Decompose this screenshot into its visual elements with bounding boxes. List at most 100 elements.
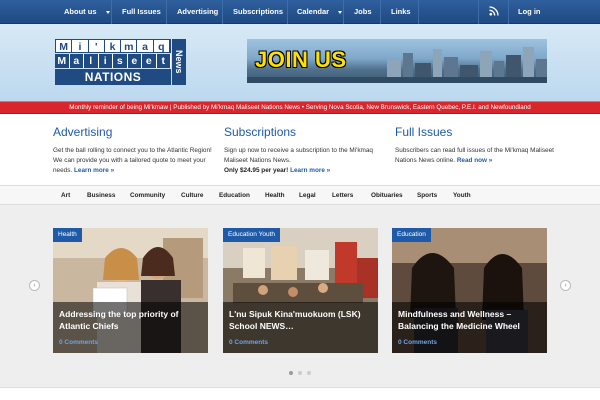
join-us-banner[interactable]: JOIN US: [247, 39, 547, 83]
footer-edge: [0, 387, 600, 400]
chevron-down-icon: [338, 10, 343, 14]
subscriptions-text: Sign up now to receive a subscription to…: [224, 146, 384, 176]
logo-letter: t: [157, 54, 171, 68]
logo-letter: M: [55, 54, 70, 68]
full-issues-section: Full Issues Subscribers can read full is…: [395, 125, 555, 166]
category-tag[interactable]: Education Youth: [223, 228, 280, 242]
logo-letter: e: [128, 54, 142, 68]
nav-label: Advertising: [177, 7, 219, 16]
category-bar: Art Business Community Culture Education…: [0, 185, 600, 205]
logo-letter: m: [121, 40, 138, 53]
nav-divider: [222, 0, 223, 24]
category-culture[interactable]: Culture: [181, 186, 203, 205]
chevron-left-icon[interactable]: ‹: [29, 280, 40, 291]
slider-dot[interactable]: [289, 371, 293, 375]
full-issues-title[interactable]: Full Issues: [395, 125, 555, 139]
nav-item-full-issues[interactable]: Full Issues: [122, 0, 161, 24]
nav-item-about-us[interactable]: About us: [64, 0, 110, 24]
featured-card[interactable]: Health Addressing the top priority of At…: [53, 228, 208, 353]
advertising-section: Advertising Get the ball rolling to conn…: [53, 125, 213, 176]
card-title[interactable]: Mindfulness and Wellness – Balancing the…: [398, 308, 543, 332]
banner-water: [247, 77, 547, 83]
logo-letter: k: [105, 40, 122, 53]
logo-letter: a: [137, 40, 154, 53]
login-button[interactable]: Log in: [518, 0, 541, 24]
featured-card[interactable]: Education Youth L'nu Sipuk Kina'muokuom …: [223, 228, 378, 353]
nav-item-calendar[interactable]: Calendar: [297, 0, 343, 24]
full-issues-text: Subscribers can read full issues of the …: [395, 146, 555, 166]
card-title[interactable]: L'nu Sipuk Kina'muokuom (LSK) School NEW…: [229, 308, 374, 332]
subscriptions-section: Subscriptions Sign up now to receive a s…: [224, 125, 384, 176]
category-legal[interactable]: Legal: [299, 186, 316, 205]
nav-divider: [508, 0, 509, 24]
nav-item-subscriptions[interactable]: Subscriptions: [233, 0, 283, 24]
site-logo[interactable]: M i ' k m a q M a l i s e e t NATIONS Ne…: [55, 39, 186, 85]
logo-word: NATIONS: [84, 70, 142, 84]
subscriptions-price: Only $24.95 per year!: [224, 167, 289, 174]
category-health[interactable]: Health: [265, 186, 285, 205]
rss-icon[interactable]: [489, 6, 499, 16]
comments-link[interactable]: 0 Comments: [59, 339, 98, 346]
nav-divider: [166, 0, 167, 24]
logo-letter: i: [72, 40, 89, 53]
category-business[interactable]: Business: [87, 186, 115, 205]
tagline-text: Monthly reminder of being Mi'kmaw | Publ…: [69, 104, 531, 111]
logo-letter: a: [70, 54, 84, 68]
nav-label: Subscriptions: [233, 7, 284, 16]
nav-divider: [478, 0, 479, 24]
logo-row-maliseet: M a l i s e e t: [55, 54, 171, 68]
logo-letter: q: [154, 40, 170, 53]
logo-news-label: News: [172, 39, 186, 85]
nav-label: Jobs: [354, 7, 372, 16]
logo-letter: ': [89, 40, 105, 53]
nav-label: Full Issues: [122, 7, 161, 16]
nav-divider: [380, 0, 381, 24]
category-youth[interactable]: Youth: [453, 186, 471, 205]
category-obituaries[interactable]: Obituaries: [371, 186, 403, 205]
featured-slider: ‹ Health Addressing the top priority of …: [0, 205, 600, 387]
category-letters[interactable]: Letters: [332, 186, 353, 205]
nav-label: Links: [391, 7, 411, 16]
featured-card[interactable]: Education Mindfulness and Wellness – Bal…: [392, 228, 547, 353]
comments-link[interactable]: 0 Comments: [398, 339, 437, 346]
nav-label: About us: [64, 7, 97, 16]
logo-letter: i: [99, 54, 113, 68]
tagline-bar: Monthly reminder of being Mi'kmaw | Publ…: [0, 101, 600, 114]
advertising-learn-more-link[interactable]: Learn more »: [74, 167, 114, 174]
full-issues-read-now-link[interactable]: Read now »: [457, 157, 493, 164]
logo-letter: s: [113, 54, 128, 68]
comments-link[interactable]: 0 Comments: [229, 339, 268, 346]
nav-label: Calendar: [297, 7, 330, 16]
logo-letter: l: [84, 54, 99, 68]
category-tag[interactable]: Education: [392, 228, 431, 242]
nav-divider: [343, 0, 344, 24]
category-community[interactable]: Community: [130, 186, 165, 205]
logo-letter: M: [56, 40, 73, 53]
card-title[interactable]: Addressing the top priority of Atlantic …: [59, 308, 204, 332]
logo-row-mikmaq: M i ' k m a q: [55, 39, 171, 53]
nav-divider: [111, 0, 112, 24]
banner-text: JOIN US: [255, 47, 347, 72]
slider-dot[interactable]: [298, 371, 302, 375]
category-art[interactable]: Art: [61, 186, 70, 205]
category-tag[interactable]: Health: [53, 228, 82, 242]
subscriptions-learn-more-link[interactable]: Learn more »: [290, 167, 330, 174]
logo-row-nations: NATIONS: [55, 69, 171, 85]
top-navigation-bar: About us Full Issues Advertising Subscri…: [0, 0, 600, 24]
category-education[interactable]: Education: [219, 186, 250, 205]
site-header: M i ' k m a q M a l i s e e t NATIONS Ne…: [0, 24, 600, 101]
nav-divider: [418, 0, 419, 24]
chevron-right-icon[interactable]: ›: [560, 280, 571, 291]
nav-item-jobs[interactable]: Jobs: [354, 0, 372, 24]
slider-dot[interactable]: [307, 371, 311, 375]
logo-letter: e: [142, 54, 157, 68]
login-label: Log in: [518, 7, 541, 16]
subscriptions-title[interactable]: Subscriptions: [224, 125, 384, 139]
category-sports[interactable]: Sports: [417, 186, 437, 205]
nav-item-links[interactable]: Links: [391, 0, 411, 24]
nav-item-advertising[interactable]: Advertising: [177, 0, 218, 24]
advertising-title[interactable]: Advertising: [53, 125, 213, 139]
nav-divider: [287, 0, 288, 24]
subscriptions-description: Sign up now to receive a subscription to…: [224, 147, 373, 164]
advertising-text: Get the ball rolling to connect you to t…: [53, 146, 213, 176]
